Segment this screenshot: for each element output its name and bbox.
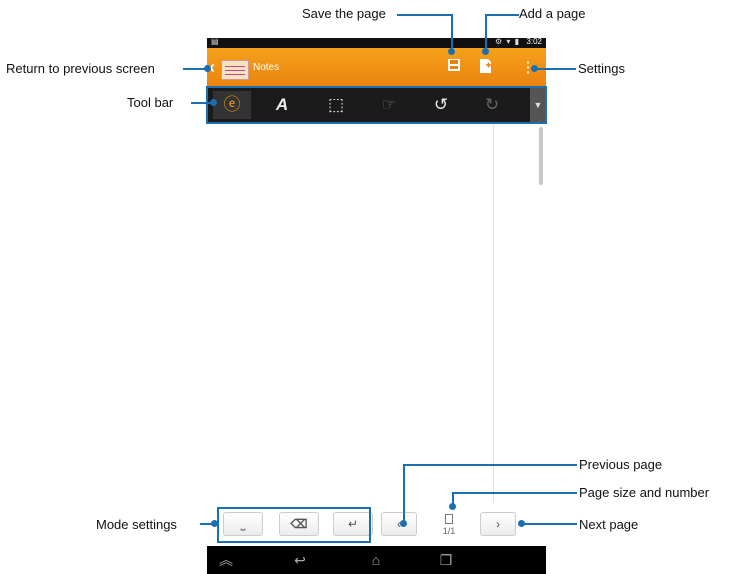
recent-apps-icon[interactable]: ❐ [431,550,461,570]
system-icons: ⚙ ▾ ▮ [494,37,520,46]
notification-icon: ▤ [211,37,219,46]
add-page-icon[interactable] [477,58,495,78]
callout-dot [449,503,456,510]
callout-line [485,14,519,16]
toolbar-highlight [206,86,547,124]
home-icon[interactable]: ⌂ [361,550,391,570]
callout-settings: Settings [578,61,625,76]
callout-line [403,464,405,522]
back-icon[interactable]: ↩ [285,550,315,570]
margin-line [493,122,494,502]
page-number: 1/1 [442,526,456,536]
page-indicator: 1/1 [439,514,459,536]
callout-line [522,523,577,525]
callout-line [403,464,577,466]
navigation-bar: ︽ ↩ ⌂ ❐ [207,546,546,574]
callout-page-size: Page size and number [579,485,710,500]
next-page-button[interactable]: › [480,512,516,536]
save-icon[interactable] [445,58,463,78]
callout-line [397,14,453,16]
callout-dot [518,520,525,527]
callout-add-page: Add a page [519,6,586,21]
callout-dot [482,48,489,55]
note-canvas[interactable] [207,122,546,502]
callout-dot [204,65,211,72]
callout-line [534,68,576,70]
status-time: 3:02 [526,37,542,46]
callout-dot [531,65,538,72]
previous-page-button[interactable]: ‹ [381,512,417,536]
callout-line [451,14,453,50]
callout-line [452,492,577,494]
notes-app-icon[interactable] [221,60,249,80]
callout-previous-page: Previous page [579,457,663,472]
action-bar: ‹ Notes ⋮ [207,48,546,88]
mode-settings-highlight [217,507,371,543]
callout-dot [400,520,407,527]
scrollbar[interactable] [539,127,543,185]
app-title: Notes [253,62,280,73]
callout-mode-settings: Mode settings [96,517,177,532]
hide-keyboard-icon[interactable]: ︽ [211,550,241,570]
status-bar: ▤ ⚙ ▾ ▮ 3:02 [207,37,546,48]
callout-save-page: Save the page [302,6,386,21]
callout-toolbar: Tool bar [127,95,174,110]
page-size-icon[interactable] [445,514,453,524]
callout-return: Return to previous screen [6,61,155,76]
callout-dot [448,48,455,55]
callout-line [485,14,487,50]
callout-next-page: Next page [579,517,639,532]
